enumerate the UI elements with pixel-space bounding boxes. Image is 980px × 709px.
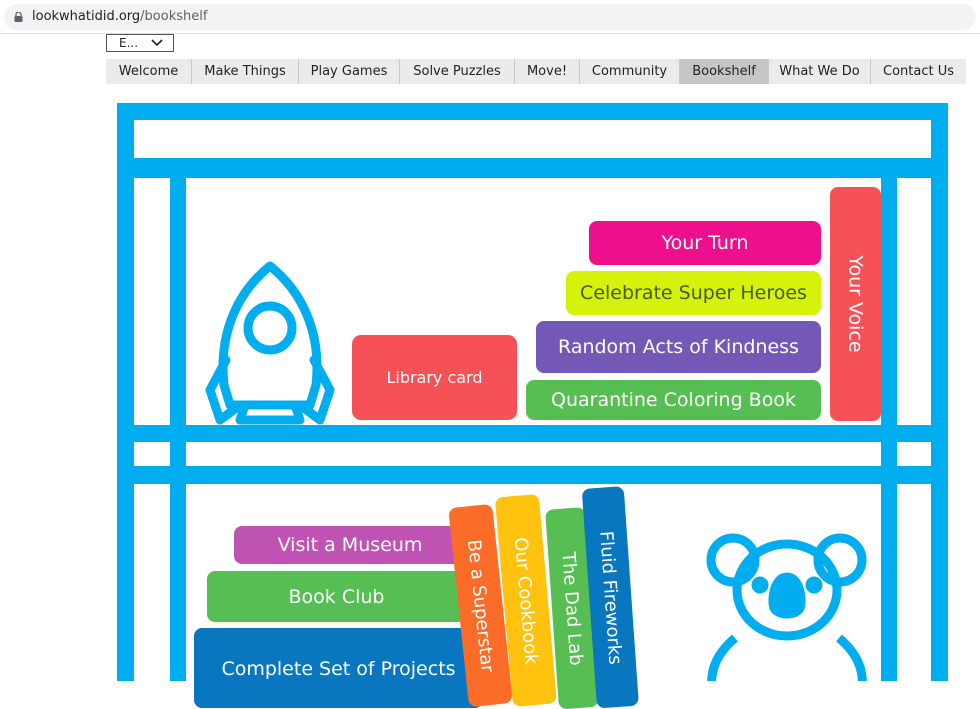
book-book-club[interactable]: Book Club bbox=[207, 571, 466, 622]
book-random-acts-of-kindness-label: Random Acts of Kindness bbox=[558, 336, 799, 358]
book-complete-set-of-projects-label: Complete Set of Projects bbox=[221, 658, 456, 680]
book-quarantine-coloring-book-label: Quarantine Coloring Book bbox=[551, 389, 796, 411]
book-your-turn-label: Your Turn bbox=[661, 232, 749, 254]
koala-icon bbox=[706, 533, 867, 681]
book-fluid-fireworks-label: Fluid Fireworks bbox=[595, 529, 626, 665]
book-your-voice[interactable]: Your Voice bbox=[830, 187, 881, 421]
book-book-club-label: Book Club bbox=[288, 585, 385, 608]
book-our-cookbook-label: Our Cookbook bbox=[509, 535, 542, 665]
library-card-label: Library card bbox=[386, 368, 483, 387]
library-card-book[interactable]: Library card bbox=[352, 335, 517, 420]
book-be-a-superstar-label: Be a Superstar bbox=[463, 538, 498, 674]
book-celebrate-super-heroes[interactable]: Celebrate Super Heroes bbox=[566, 271, 821, 315]
book-the-dad-lab-label: The Dad Lab bbox=[557, 550, 587, 666]
book-quarantine-coloring-book[interactable]: Quarantine Coloring Book bbox=[526, 380, 821, 420]
book-your-turn[interactable]: Your Turn bbox=[589, 221, 821, 265]
book-random-acts-of-kindness[interactable]: Random Acts of Kindness bbox=[536, 321, 821, 373]
book-celebrate-super-heroes-label: Celebrate Super Heroes bbox=[580, 282, 807, 304]
book-visit-a-museum-label: Visit a Museum bbox=[277, 534, 423, 556]
book-complete-set-of-projects[interactable]: Complete Set of Projects bbox=[194, 628, 483, 708]
book-visit-a-museum[interactable]: Visit a Museum bbox=[234, 526, 466, 564]
rocket-icon bbox=[205, 261, 335, 425]
book-your-voice-label: Your Voice bbox=[844, 255, 867, 353]
